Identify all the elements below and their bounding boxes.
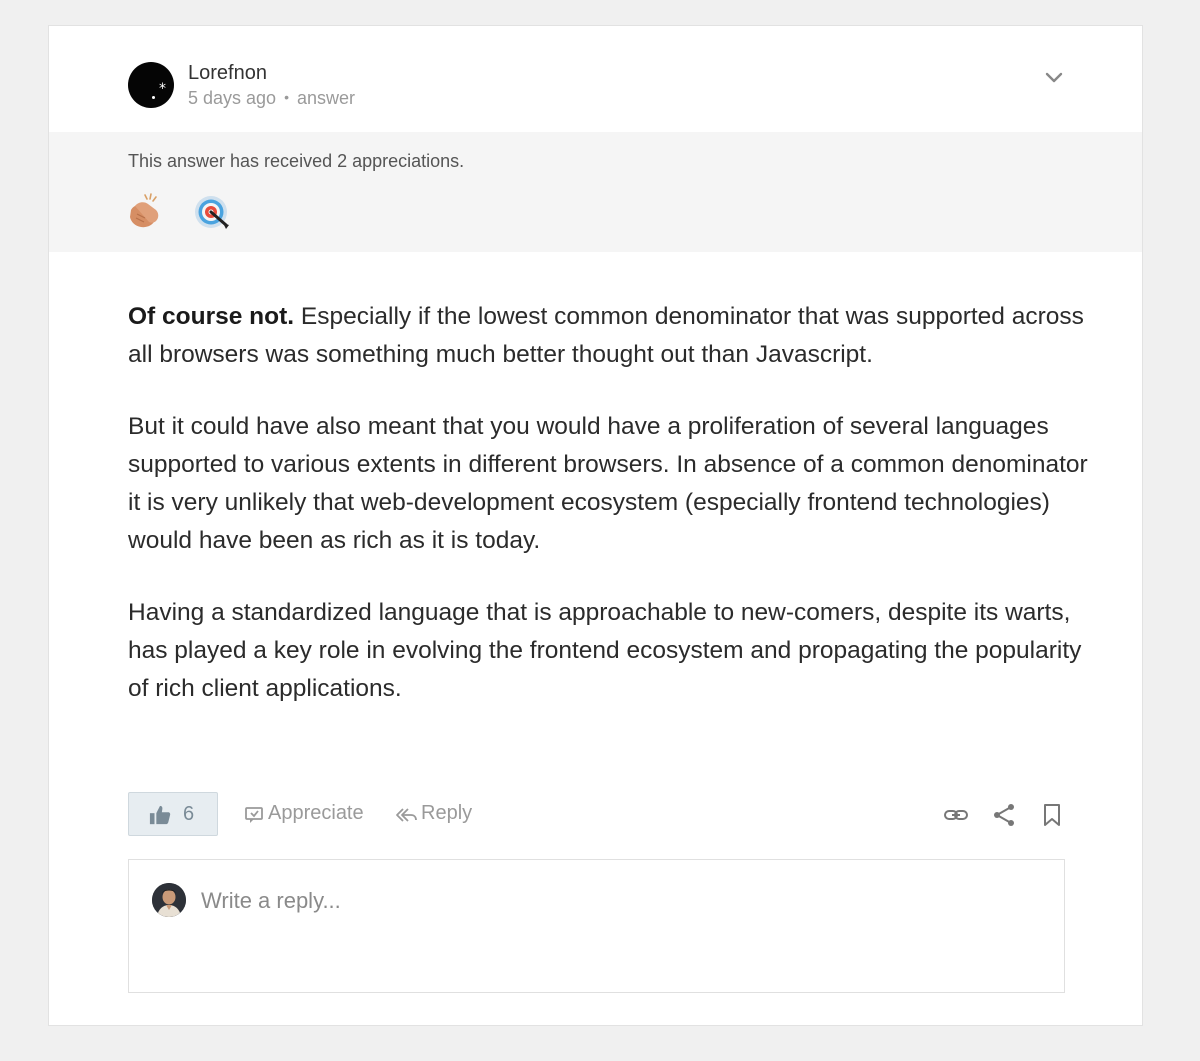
post-header: * Lorefnon 5 days ago • answer (49, 26, 1142, 132)
reply-label: Reply (421, 802, 473, 824)
author-avatar[interactable]: * (128, 62, 174, 108)
thumbs-up-icon (149, 805, 171, 825)
avatar-star: * (159, 81, 166, 97)
appreciate-button[interactable]: Appreciate (244, 802, 374, 828)
post-type: answer (296, 88, 356, 108)
post-meta: 5 days ago • answer (188, 88, 355, 109)
paragraph-2: But it could have also meant that you wo… (128, 413, 1088, 554)
meta-separator: • (284, 89, 289, 105)
reply-input[interactable] (201, 884, 1041, 918)
reply-icon (396, 808, 417, 822)
target-icon[interactable] (193, 192, 233, 232)
link-icon[interactable] (943, 802, 969, 828)
action-bar: 6 Appreciate Reply (49, 792, 1142, 838)
user-photo-icon (152, 883, 186, 917)
chevron-down-icon[interactable] (1042, 66, 1066, 90)
paragraph-1-bold: Of course not. (128, 303, 295, 330)
bookmark-icon[interactable] (1039, 802, 1065, 828)
share-icon[interactable] (991, 802, 1017, 828)
current-user-avatar (152, 883, 186, 917)
appreciate-label: Appreciate (268, 802, 364, 824)
upvote-button[interactable]: 6 (128, 792, 218, 836)
appreciations-text: This answer has received 2 appreciations… (128, 151, 465, 171)
appreciate-icon (245, 807, 263, 823)
answer-card: * Lorefnon 5 days ago • answer This answer… (48, 25, 1143, 1026)
paragraph-3: Having a standardized language that is a… (128, 599, 1082, 702)
reply-composer[interactable] (128, 859, 1065, 993)
paragraph-1: Of course not. Especially if the lowest … (128, 298, 1088, 374)
avatar-dot (152, 96, 155, 99)
reply-button[interactable]: Reply (395, 802, 475, 828)
answer-body: Of course not. Especially if the lowest … (128, 298, 1088, 742)
post-time[interactable]: 5 days ago (188, 88, 276, 108)
upvote-count: 6 (183, 803, 195, 825)
clapping-hands-icon[interactable] (125, 192, 165, 232)
author-name[interactable]: Lorefnon (188, 62, 267, 85)
